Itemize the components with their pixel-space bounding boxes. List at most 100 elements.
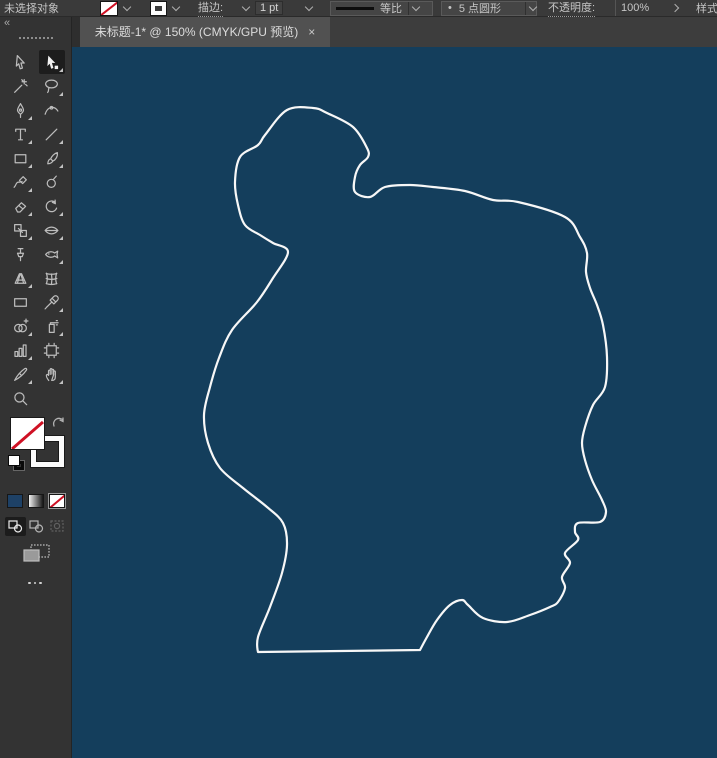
perspective-grid-tool[interactable] (8, 266, 34, 290)
lasso-icon (43, 78, 60, 95)
fill-stroke-widget (8, 416, 66, 474)
default-fill-stroke-icon[interactable] (8, 455, 26, 472)
document-tab-title: 未标题-1* @ 150% (CMYK/GPU 预览) (95, 23, 299, 40)
eyedropper-tool[interactable] (39, 290, 65, 314)
pen-tool[interactable] (8, 98, 34, 122)
direct-selection-tool[interactable] (39, 50, 65, 74)
shape-builder-tool[interactable] (8, 314, 34, 338)
woman-profile-outline-path[interactable] (204, 107, 607, 652)
rotate-tool[interactable] (39, 194, 65, 218)
stroke-panel-link[interactable]: 描边: (198, 0, 223, 17)
column-graph-tool[interactable] (8, 338, 34, 362)
column-graph-icon (12, 342, 29, 359)
opacity-value-input[interactable]: 100% (621, 2, 649, 14)
stroke-chevron-down-icon[interactable] (172, 2, 180, 10)
magic-wand-icon (12, 78, 29, 95)
slice-icon (12, 366, 29, 383)
fill-proxy-swatch[interactable] (10, 417, 45, 450)
scale-tool[interactable] (8, 218, 34, 242)
hand-tool[interactable] (39, 362, 65, 386)
more-options-chevron-right-icon[interactable] (671, 4, 679, 12)
slice-tool[interactable] (8, 362, 34, 386)
width-tool[interactable] (39, 218, 65, 242)
symbol-sprayer-tool[interactable] (39, 314, 65, 338)
fill-none-swatch-icon[interactable] (100, 1, 118, 16)
swap-fill-stroke-icon[interactable] (52, 416, 66, 428)
document-tab[interactable]: 未标题-1* @ 150% (CMYK/GPU 预览) × (80, 16, 330, 47)
control-bar: 未选择对象 描边: 1 pt 等比 • 5 点圆形 不透明度: 100% 样式 (0, 0, 717, 17)
stroke-weight-chevron-down-icon[interactable] (305, 2, 313, 10)
stroke-weight-input[interactable]: 1 pt (255, 1, 283, 15)
direct-selection-icon (43, 54, 60, 71)
zoom-tool[interactable] (8, 386, 34, 410)
stroke-weight-stepper-icon[interactable] (242, 2, 250, 10)
magic-wand-tool[interactable] (8, 74, 34, 98)
shaper-tool[interactable] (8, 170, 34, 194)
eraser-icon (12, 198, 29, 215)
shape-builder-icon (12, 318, 29, 335)
edit-toolbar-ellipsis-icon[interactable] (28, 580, 44, 586)
lasso-tool[interactable] (39, 74, 65, 98)
type-tool[interactable] (8, 122, 34, 146)
selection-status: 未选择对象 (4, 0, 59, 16)
line-segment-icon (43, 126, 60, 143)
gradient-tool[interactable] (8, 290, 34, 314)
change-screen-mode-icon[interactable] (23, 544, 51, 564)
rectangle-tool[interactable] (8, 146, 34, 170)
color-mode-buttons (7, 494, 67, 510)
brush-definition-dropdown[interactable]: • 5 点圆形 (441, 1, 537, 16)
collapse-panel-button[interactable]: « (4, 18, 9, 29)
artboard-canvas[interactable] (72, 47, 717, 758)
close-tab-icon[interactable]: × (308, 25, 315, 39)
toolbar-tools (5, 50, 67, 410)
line-segment-tool[interactable] (39, 122, 65, 146)
artboard-tool[interactable] (39, 338, 65, 362)
stroke-color-swatch-icon[interactable] (151, 2, 166, 15)
draw-normal-icon[interactable] (5, 517, 26, 536)
tools-panel: « (0, 16, 72, 758)
draw-inside-icon[interactable] (47, 517, 68, 536)
blob-brush-tool[interactable] (39, 170, 65, 194)
panel-drag-grip[interactable] (19, 37, 53, 39)
stroke-profile-preview-icon (336, 7, 374, 10)
width-icon (43, 222, 60, 239)
hand-icon (43, 366, 60, 383)
width-profile-label: 等比 (380, 0, 402, 16)
none-button[interactable] (49, 494, 65, 508)
selection-icon (12, 54, 29, 71)
eyedropper-icon (43, 294, 60, 311)
mesh-icon (43, 270, 60, 287)
blob-brush-icon (43, 174, 60, 191)
mesh-tool[interactable] (39, 266, 65, 290)
puppet-warp-tool[interactable] (8, 242, 34, 266)
paintbrush-icon (43, 150, 60, 167)
draw-behind-icon[interactable] (26, 517, 47, 536)
selection-tool[interactable] (8, 50, 34, 74)
opacity-link[interactable]: 不透明度: (548, 0, 595, 17)
color-button[interactable] (7, 494, 23, 508)
document-tab-bar: 未标题-1* @ 150% (CMYK/GPU 预览) × (72, 16, 717, 47)
rectangle-icon (12, 150, 29, 167)
paintbrush-tool[interactable] (39, 146, 65, 170)
curvature-icon (43, 102, 60, 119)
free-transform-tool[interactable] (39, 242, 65, 266)
scale-icon (12, 222, 29, 239)
brush-name-label: 5 点圆形 (459, 0, 501, 16)
artboard-icon (43, 342, 60, 359)
zoom-icon (12, 390, 29, 407)
width-profile-dropdown[interactable]: 等比 (330, 1, 433, 16)
drawing-modes (5, 517, 69, 536)
type-icon (12, 126, 29, 143)
free-transform-icon (43, 246, 60, 263)
curvature-tool[interactable] (39, 98, 65, 122)
gradient-button[interactable] (28, 494, 44, 508)
eraser-tool[interactable] (8, 194, 34, 218)
rotate-icon (43, 198, 60, 215)
fill-chevron-down-icon[interactable] (123, 2, 131, 10)
brush-chevron-down-icon (529, 2, 537, 10)
puppet-warp-icon (12, 246, 29, 263)
symbol-sprayer-icon (43, 318, 60, 335)
perspective-grid-icon (12, 270, 29, 287)
shaper-icon (12, 174, 29, 191)
style-label[interactable]: 样式 (696, 0, 717, 16)
